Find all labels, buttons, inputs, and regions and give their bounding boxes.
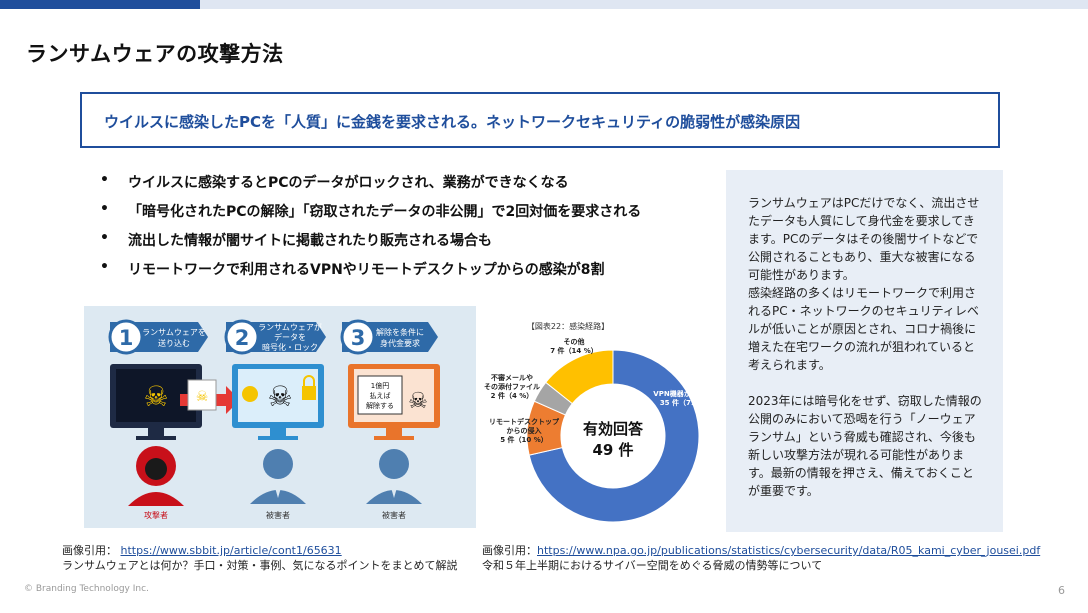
bullet-text: リモートワークで利用されるVPNやリモートデスクトップからの感染が8割 <box>128 262 605 278</box>
locked-monitor: ☠ <box>232 364 324 440</box>
infection-route-chart: 【図表22：感染経路】 VPN機器からの侵入 35 件（71 %） リモートデスクト… <box>476 314 722 530</box>
ransom-note-text: 払えば <box>370 391 391 400</box>
chart-center-value: 49 件 <box>592 441 633 459</box>
bullet-item: • ウイルスに感染するとPCのデータがロックされ、業務ができなくなる <box>100 172 641 201</box>
slice-label: 2 件（4 %） <box>491 391 534 400</box>
slice-label: からの侵入 <box>507 426 542 435</box>
step-2: 2 ランサムウェアが データを 暗号化・ロック <box>224 319 326 355</box>
step-1-label: ランサムウェアを <box>142 328 206 337</box>
step-3-label: 解除を条件に <box>376 327 424 337</box>
bullet-marker: • <box>100 172 109 188</box>
right-image-citation: 画像引用：https://www.npa.go.jp/publications/… <box>482 542 1040 558</box>
bullet-marker: • <box>100 201 109 217</box>
skull-icon: ☠ <box>267 380 292 413</box>
citation-prefix: 画像引用： <box>482 544 537 557</box>
bullet-marker: • <box>100 230 109 246</box>
ransom-note-text: 解除する <box>366 401 394 410</box>
step-3-label: 身代金要求 <box>380 338 420 348</box>
step-2-label: 暗号化・ロック <box>262 342 318 352</box>
key-message-text: ウイルスに感染したPCを「人質」に金銭を要求される。ネットワークセキュリティの脆… <box>104 113 801 131</box>
step-3-number: 3 <box>351 326 366 350</box>
slice-label: 5 件（10 %） <box>500 435 548 444</box>
victim-label: 被害者 <box>382 510 406 520</box>
bullet-text: 流出した情報が闇サイトに掲載されたり販売される場合も <box>128 233 492 249</box>
attacker-figure: 攻撃者 <box>128 446 184 520</box>
copyright-footer: © Branding Technology Inc. <box>24 584 149 594</box>
bullet-marker: • <box>100 259 109 275</box>
chart-title: 【図表22：感染経路】 <box>527 321 609 331</box>
bullet-item: • 流出した情報が闇サイトに掲載されたり販売される場合も <box>100 230 641 259</box>
top-accent-bar <box>0 0 200 9</box>
slice-label: 不審メールや <box>491 373 533 382</box>
step-2-label: データを <box>274 332 306 342</box>
left-image-source-title: ランサムウェアとは何か？手口・対策・事例、気になるポイントをまとめて解説 <box>62 559 458 572</box>
step-1: 1 ランサムウェアを 送り込む <box>108 319 208 355</box>
citation-prefix: 画像引用： <box>62 544 117 557</box>
step-2-number: 2 <box>235 326 250 350</box>
infected-mail-icon: ☠ <box>180 379 240 414</box>
step-2-label: ランサムウェアが <box>258 322 322 332</box>
bullet-item: • 「暗号化されたPCの解除」「窃取されたデータの非公開」で2回対価を要求される <box>100 201 641 230</box>
ransom-note-text: 1億円 <box>371 381 389 390</box>
attack-flow-illustration: 1 ランサムウェアを 送り込む 2 ランサムウェアが データを 暗号化・ロック … <box>84 306 476 528</box>
bullet-list: • ウイルスに感染するとPCのデータがロックされ、業務ができなくなる • 「暗号化さ… <box>100 172 641 288</box>
top-bar <box>200 0 1088 9</box>
explanation-paragraph: ランサムウェアはPCだけでなく、流出させたデータも人質にして身代金を要求してきま… <box>748 196 980 282</box>
step-1-label: 送り込む <box>158 338 190 348</box>
victim-label: 被害者 <box>266 510 290 520</box>
explanation-panel: ランサムウェアはPCだけでなく、流出させたデータも人質にして身代金を要求してきま… <box>726 170 1003 532</box>
slice-label: その他 <box>564 337 585 346</box>
skull-icon: ☠ <box>143 380 168 413</box>
slice-label: 7 件（14 %） <box>550 346 598 355</box>
step-3: 3 解除を条件に 身代金要求 <box>340 319 438 355</box>
explanation-paragraph: 感染経路の多くはリモートワークで利用されるPC・ネットワークのセキュリティレベル… <box>748 286 979 372</box>
bullet-item: • リモートワークで利用されるVPNやリモートデスクトップからの感染が8割 <box>100 259 641 288</box>
victim-figure: 被害者 <box>250 449 306 520</box>
explanation-paragraph: 2023年には暗号化をせず、窃取した情報の公開のみにおいて恐喝を行う「ノーウェア… <box>748 394 982 498</box>
victim-figure: 被害者 <box>366 449 422 520</box>
page-title: ランサムウェアの攻撃方法 <box>26 42 284 66</box>
bullet-text: ウイルスに感染するとPCのデータがロックされ、業務ができなくなる <box>128 175 569 191</box>
key-message-box: ウイルスに感染したPCを「人質」に金銭を要求される。ネットワークセキュリティの脆… <box>80 92 1000 148</box>
step-1-number: 1 <box>119 326 134 350</box>
attacker-label: 攻撃者 <box>144 510 168 520</box>
slice-label: リモートデスクトップ <box>489 417 560 426</box>
svg-text:☠: ☠ <box>196 389 209 405</box>
left-image-citation: 画像引用： https://www.sbbit.jp/article/cont1… <box>62 542 342 558</box>
citation-link[interactable]: https://www.sbbit.jp/article/cont1/65631 <box>121 544 342 557</box>
page-number: 6 <box>1058 584 1065 597</box>
chart-center-label: 有効回答 <box>583 420 644 438</box>
slice-label: VPN機器からの侵入 <box>653 389 718 398</box>
ransom-monitor: 1億円 払えば 解除する ☠ <box>348 364 440 440</box>
slice-label: その添付ファイル <box>484 382 540 391</box>
right-image-source-title: 令和５年上半期におけるサイバー空間をめぐる脅威の情勢等について <box>482 559 823 572</box>
bullet-text: 「暗号化されたPCの解除」「窃取されたデータの非公開」で2回対価を要求される <box>128 204 642 220</box>
slice-label: 35 件（71 %） <box>660 398 712 407</box>
citation-link[interactable]: https://www.npa.go.jp/publications/stati… <box>537 544 1040 557</box>
skull-icon: ☠ <box>408 389 428 414</box>
